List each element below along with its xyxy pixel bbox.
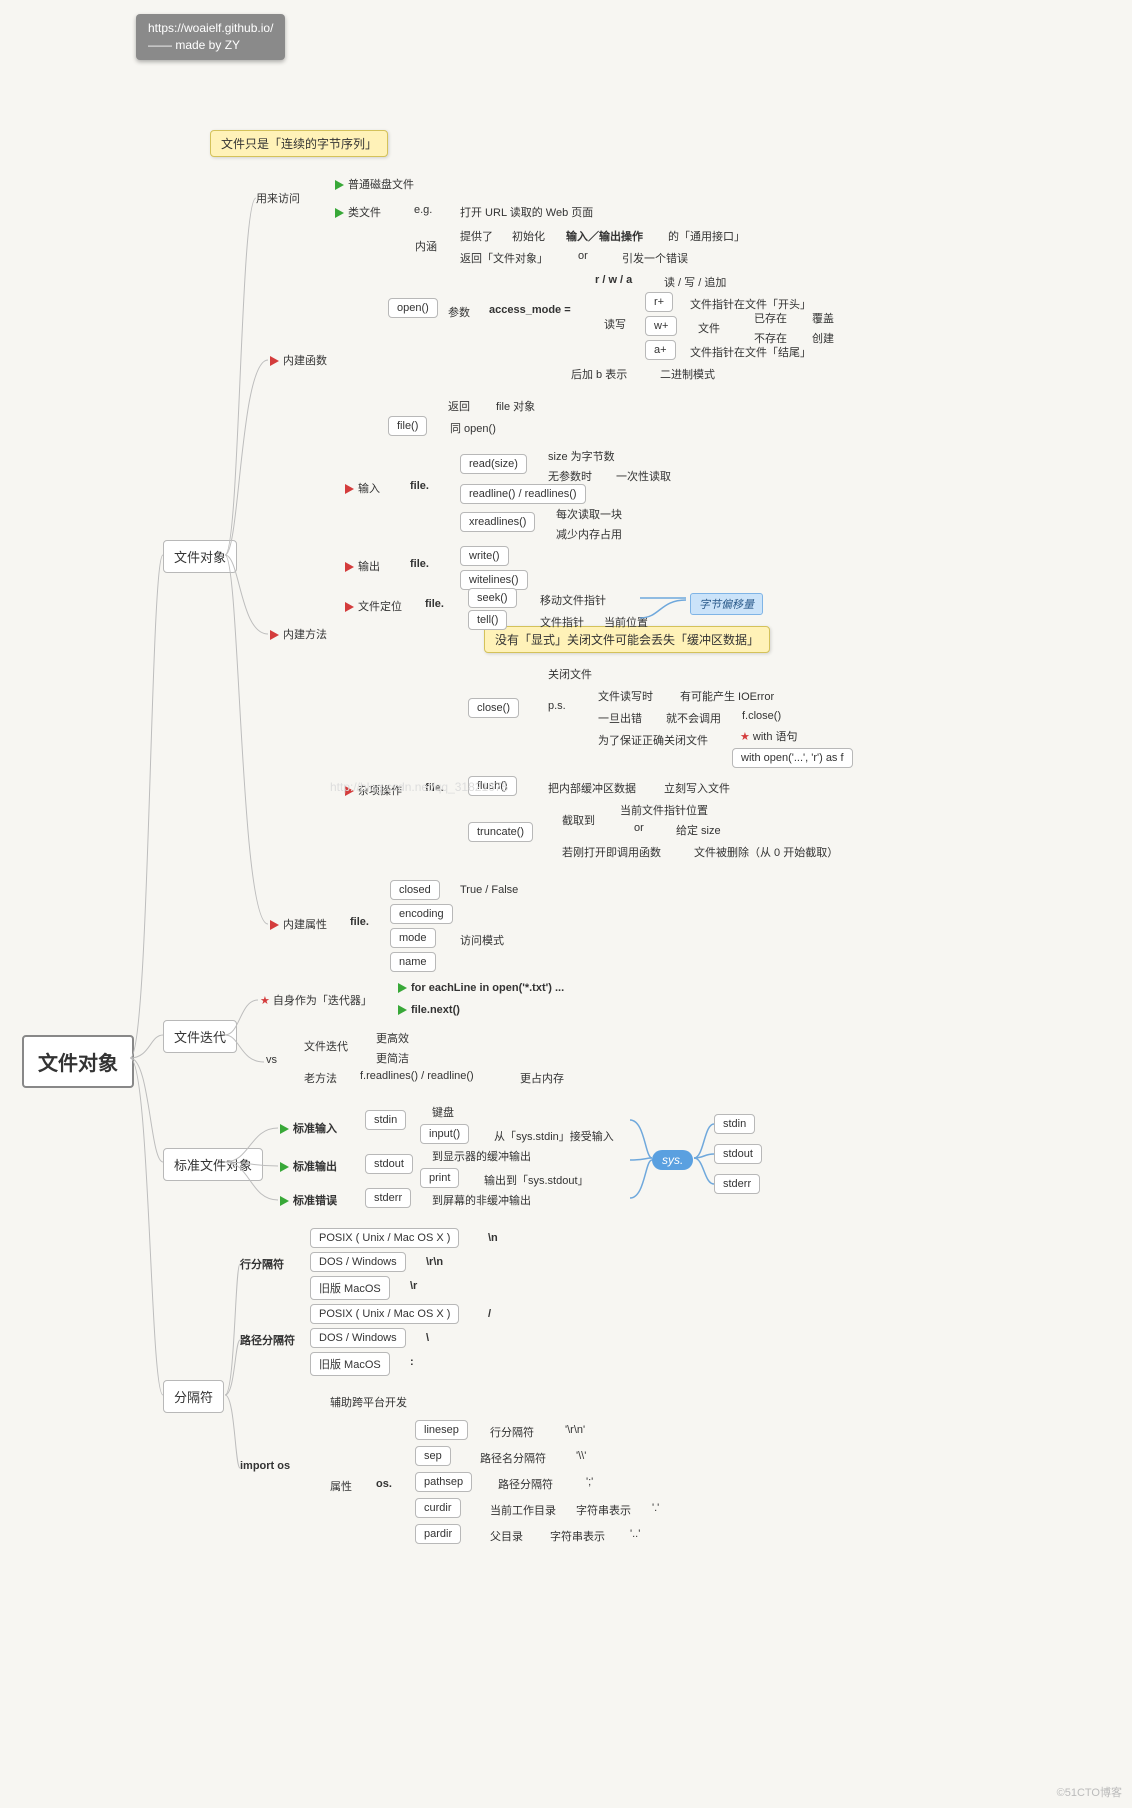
cat-fileobj: 文件对象 [163, 540, 237, 573]
flag-icon [335, 208, 344, 218]
n-access-2: 类文件 [335, 204, 381, 220]
flag-icon [270, 356, 279, 366]
cto-watermark: ©51CTO博客 [1057, 1784, 1122, 1800]
flag-icon [335, 180, 344, 190]
header-url: https://woaielf.github.io/—— made by ZY [136, 14, 285, 60]
label-byteoffset: 字节偏移量 [690, 593, 763, 615]
n-access: 用来访问 [256, 190, 300, 206]
cat-sep: 分隔符 [163, 1380, 224, 1413]
mindmap-canvas: https://woaielf.github.io/—— made by ZY … [0, 0, 1132, 1808]
note-sequence: 文件只是「连续的字节序列」 [210, 130, 388, 157]
n-builtin-method: 内建方法 [270, 626, 327, 642]
root-node: 文件对象 [22, 1035, 134, 1088]
n-access-1: 普通磁盘文件 [335, 176, 414, 192]
sys-label: sys. [652, 1150, 693, 1170]
n-builtin-fn: 内建函数 [270, 352, 327, 368]
cat-stdfile: 标准文件对象 [163, 1148, 263, 1181]
note-close: 没有「显式」关闭文件可能会丢失「缓冲区数据」 [484, 626, 770, 653]
flag-icon [270, 630, 279, 640]
csdn-watermark: http://blog.csdn.net/qq_31821675 [330, 780, 508, 794]
cat-iter: 文件迭代 [163, 1020, 237, 1053]
